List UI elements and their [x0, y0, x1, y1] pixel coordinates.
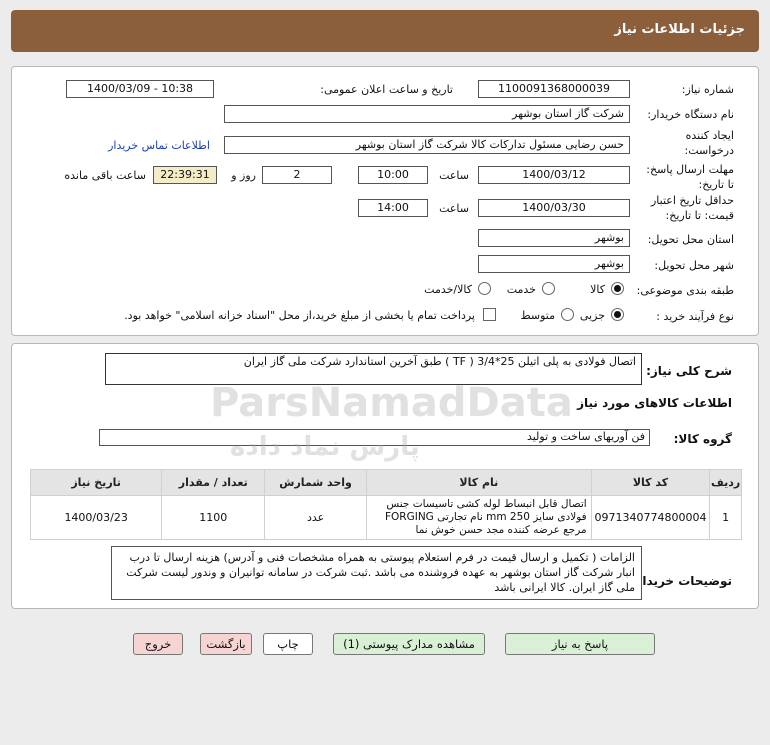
category-label: طبقه بندی موضوعی:	[636, 284, 734, 297]
header-name: نام کالا	[366, 469, 592, 496]
reply-time-label: ساعت	[439, 169, 469, 182]
validity-label-2: قیمت: تا تاریخ:	[665, 209, 734, 222]
header-unit: واحد شمارش	[264, 469, 367, 496]
province-field: بوشهر	[478, 229, 630, 247]
days-label: روز و	[231, 169, 256, 182]
goods-info-heading: اطلاعات کالاهای مورد نیاز	[577, 396, 732, 410]
category-radio-goods[interactable]	[611, 282, 624, 295]
validity-date-field: 1400/03/30	[478, 199, 630, 217]
validity-time-label: ساعت	[439, 202, 469, 215]
reply-deadline-label-1: مهلت ارسال پاسخ:	[646, 163, 734, 176]
process-option-minor: جزیی	[579, 309, 605, 322]
reply-button[interactable]: پاسخ به نیاز	[505, 633, 655, 655]
city-label: شهر محل تحویل:	[654, 259, 734, 272]
page-title: جزئیات اطلاعات نیاز	[614, 22, 745, 37]
watermark-persian: پارس نماد داده	[230, 432, 420, 462]
reply-deadline-label-2: تا تاریخ:	[698, 178, 734, 191]
cell-qty: 1100	[161, 495, 266, 540]
reply-time-field: 10:00	[358, 166, 428, 184]
buyer-notes-field: الزامات ( تکمیل و ارسال قیمت در فرم استع…	[111, 546, 642, 600]
treasury-payment-note: پرداخت تمام یا بخشی از مبلغ خرید،از محل …	[124, 309, 475, 322]
group-label: گروه کالا:	[673, 432, 732, 446]
creator-label-2: درخواست:	[684, 144, 734, 157]
print-button[interactable]: چاپ	[263, 633, 313, 655]
buyer-org-label: نام دستگاه خریدار:	[647, 108, 734, 121]
header-date: تاریخ نیاز	[29, 469, 163, 496]
table-row: 1 0971340774800004 اتصال قابل انبساط لول…	[29, 495, 742, 540]
cell-name: اتصال قابل انبساط لوله کشی تاسیسات جنس ف…	[366, 495, 592, 540]
validity-time-field: 14:00	[358, 199, 428, 217]
remaining-time-field: 22:39:31	[153, 166, 217, 184]
category-radio-goods-service[interactable]	[478, 282, 491, 295]
exit-button[interactable]: خروج	[133, 633, 183, 655]
category-option-service: خدمت	[506, 283, 536, 296]
creator-label-1: ایجاد کننده	[685, 129, 734, 142]
announce-label: تاریخ و ساعت اعلان عمومی:	[320, 83, 453, 96]
cell-row: 1	[709, 495, 742, 540]
watermark-latin: ParsNamadData	[210, 380, 573, 426]
province-label: استان محل تحویل:	[647, 233, 734, 246]
description-label: شرح کلی نیاز:	[646, 364, 732, 378]
page-header: جزئیات اطلاعات نیاز	[11, 10, 759, 52]
cell-unit: عدد	[264, 495, 367, 540]
header-qty: تعداد / مقدار	[161, 469, 266, 496]
cell-date: 1400/03/23	[29, 495, 163, 540]
header-code: کد کالا	[590, 469, 711, 496]
city-field: بوشهر	[478, 255, 630, 273]
need-number-label: شماره نیاز:	[681, 83, 734, 96]
process-option-medium: متوسط	[520, 309, 555, 322]
validity-label-1: حداقل تاریخ اعتبار	[650, 194, 734, 207]
process-radio-medium[interactable]	[561, 308, 574, 321]
buyer-notes-label: توضیحات خریدار:	[630, 574, 732, 588]
creator-field: حسن رضایی مسئول تدارکات کالا شرکت گاز اس…	[224, 136, 630, 154]
goods-table-header: ردیف کد کالا نام کالا واحد شمارش تعداد /…	[29, 469, 742, 496]
need-info-panel: شماره نیاز: 1100091368000039 تاریخ و ساع…	[11, 66, 759, 336]
header-row: ردیف	[709, 469, 742, 496]
need-number-field: 1100091368000039	[478, 80, 630, 98]
attachments-button[interactable]: مشاهده مدارک پیوستی (1)	[333, 633, 485, 655]
buyer-org-field: شرکت گاز استان بوشهر	[224, 105, 630, 123]
back-button[interactable]: بازگشت	[200, 633, 252, 655]
cell-code: 0971340774800004	[590, 495, 711, 540]
days-field: 2	[262, 166, 332, 184]
process-label: نوع فرآیند خرید :	[656, 310, 734, 323]
buyer-contact-link[interactable]: اطلاعات تماس خریدار	[108, 139, 210, 152]
goods-table: ردیف کد کالا نام کالا واحد شمارش تعداد /…	[29, 469, 742, 540]
category-radio-service[interactable]	[542, 282, 555, 295]
announce-field: 1400/03/09 - 10:38	[66, 80, 214, 98]
process-radio-minor[interactable]	[611, 308, 624, 321]
remaining-label: ساعت باقی مانده	[64, 169, 146, 182]
category-option-goods: کالا	[590, 283, 605, 296]
category-option-goods-service: کالا/خدمت	[424, 283, 472, 296]
treasury-payment-checkbox[interactable]	[483, 308, 496, 321]
reply-date-field: 1400/03/12	[478, 166, 630, 184]
